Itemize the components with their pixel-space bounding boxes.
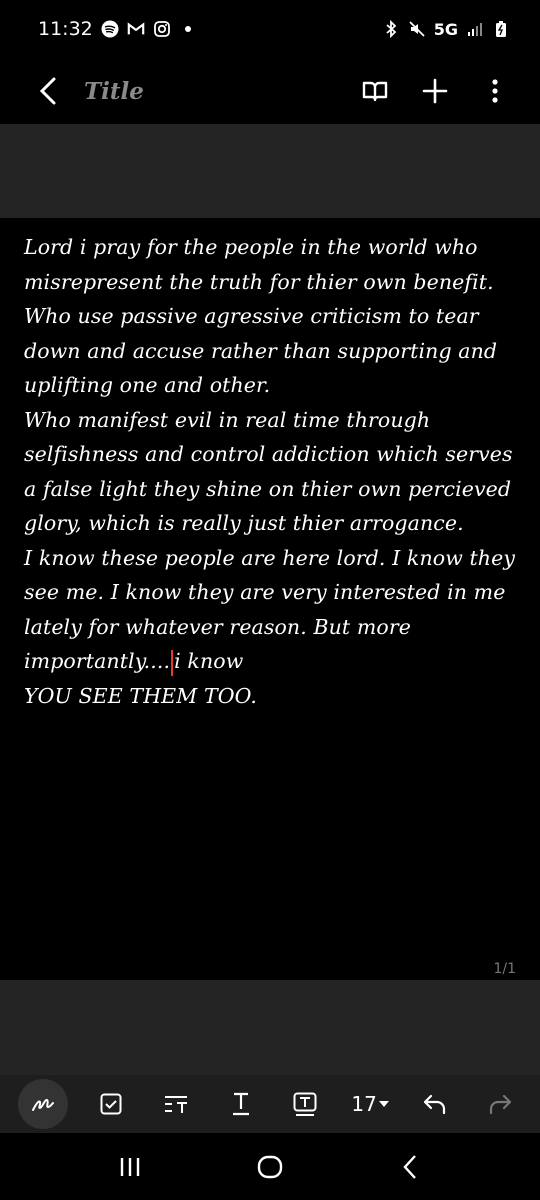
status-right: 5G: [382, 20, 510, 39]
note-line: Who use passive agressive criticism to t…: [24, 304, 498, 397]
battery-icon: [492, 20, 510, 38]
text-box-icon: [293, 1092, 317, 1116]
recent-apps-icon: [120, 1157, 140, 1176]
home-button[interactable]: [245, 1142, 295, 1192]
note-title[interactable]: Title: [84, 78, 144, 105]
undo-button[interactable]: [413, 1082, 457, 1126]
header-spacer: [0, 124, 540, 218]
more-vertical-icon: [492, 79, 498, 103]
text-format-icon: [164, 1096, 187, 1113]
checkbox-button[interactable]: [89, 1082, 133, 1126]
back-icon: [403, 1154, 416, 1179]
instagram-icon: [153, 20, 171, 38]
app-bar: Title: [0, 58, 540, 124]
mute-icon: [408, 20, 426, 38]
text-cursor: [171, 649, 174, 676]
editor-toolbar: 17: [0, 1075, 540, 1133]
add-button[interactable]: [414, 70, 456, 112]
bluetooth-icon: [382, 20, 400, 38]
handwriting-button[interactable]: [18, 1079, 69, 1129]
pen-icon: [32, 1098, 55, 1111]
status-left: 11:32: [38, 18, 197, 40]
gmail-icon: [127, 20, 145, 38]
reading-mode-button[interactable]: [354, 70, 396, 112]
home-icon: [257, 1155, 283, 1178]
status-time: 11:32: [38, 18, 93, 40]
undo-icon: [423, 1094, 445, 1115]
spotify-icon: [101, 20, 119, 38]
note-line: I know these people are here lord. I kno…: [24, 541, 518, 679]
note-line-part: I know these people are here lord. I kno…: [24, 545, 516, 674]
font-size-dropdown[interactable]: 17: [348, 1082, 392, 1126]
text-style-button[interactable]: [219, 1082, 263, 1126]
footer-spacer: [0, 980, 540, 1075]
note-line: Who manifest evil in real time through s…: [24, 407, 513, 536]
text-underline-icon: [232, 1092, 249, 1116]
note-line: YOU SEE THEM TOO.: [24, 683, 257, 708]
book-icon: [362, 81, 388, 102]
note-body[interactable]: Lord i pray for the people in the world …: [24, 230, 518, 713]
plus-icon: [422, 78, 448, 104]
chevron-left-icon: [39, 77, 56, 105]
checkbox-icon: [100, 1093, 122, 1115]
app-bar-actions: [354, 70, 516, 112]
caret-down-icon: [378, 1101, 389, 1107]
paragraph-style-button[interactable]: [154, 1082, 198, 1126]
redo-icon: [489, 1094, 511, 1115]
recent-apps-button[interactable]: [105, 1142, 155, 1192]
note-line: Lord i pray for the people in the world …: [24, 235, 494, 294]
more-options-button[interactable]: [474, 70, 516, 112]
status-bar: 11:32 5G: [0, 0, 540, 58]
note-line-part: i know: [174, 649, 244, 673]
redo-button[interactable]: [478, 1082, 522, 1126]
font-size-value: 17: [351, 1092, 377, 1116]
notification-dot-icon: [179, 20, 197, 38]
text-box-button[interactable]: [283, 1082, 327, 1126]
signal-icon: [466, 20, 484, 38]
system-back-button[interactable]: [385, 1142, 435, 1192]
network-type: 5G: [433, 19, 458, 39]
system-nav-bar: [0, 1133, 540, 1200]
back-button[interactable]: [26, 69, 70, 113]
page-indicator: 1/1: [493, 961, 516, 977]
